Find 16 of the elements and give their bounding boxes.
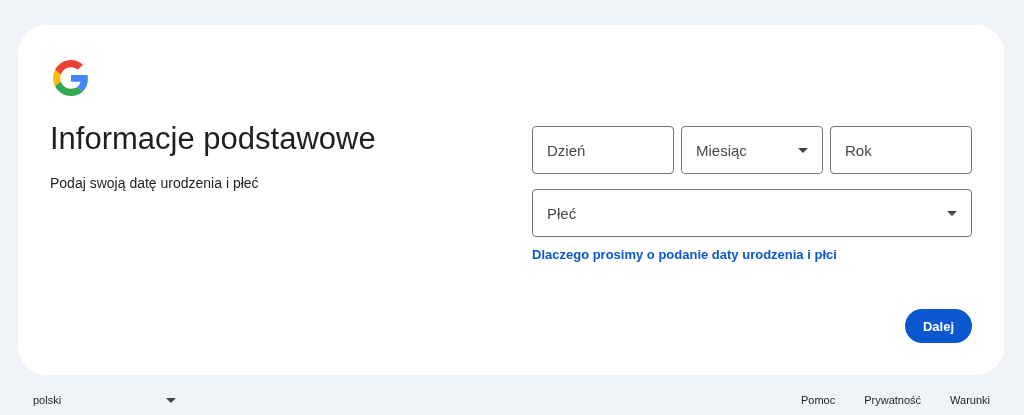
footer-link[interactable]: Pomoc: [800, 394, 836, 406]
next-button[interactable]: Dalej: [904, 309, 972, 343]
gender-dropdown[interactable]: Płeć: [532, 189, 972, 237]
date-field[interactable]: Rok: [830, 126, 972, 174]
month-dropdown[interactable]: Miesiąc: [681, 126, 823, 174]
language-dropdown[interactable]: polski: [33, 394, 176, 406]
footer-link[interactable]: Prywatność: [864, 394, 922, 406]
help-link[interactable]: Dlaczego prosimy o podanie daty urodzenia i płci: [532, 247, 972, 262]
page-subtitle: Podaj swoją datę urodzenia i płeć: [50, 175, 260, 191]
page-heading: Informacje podstawowe: [50, 120, 377, 158]
caret-icon: [798, 147, 808, 153]
date-field[interactable]: Dzień: [532, 126, 674, 174]
caret-icon: [947, 210, 957, 216]
footer-link[interactable]: Warunki: [950, 394, 990, 406]
logo-icon: [53, 60, 89, 96]
caret-icon: [166, 397, 176, 403]
